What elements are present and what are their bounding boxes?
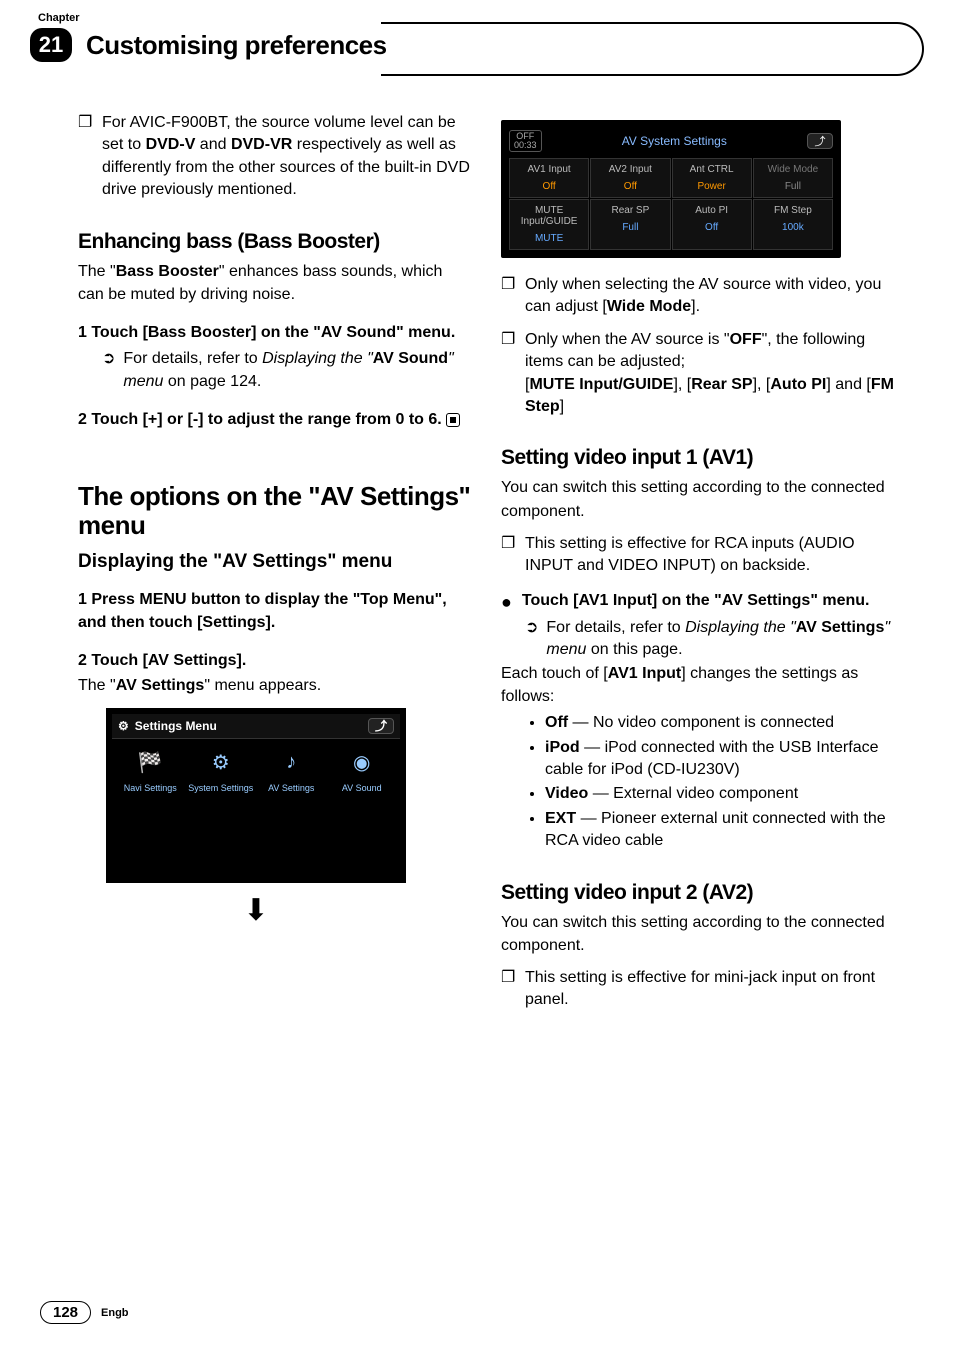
note-text: For AVIC-F900BT, the source volume level… (102, 112, 471, 202)
heading-av-settings-options: The options on the "AV Settings" menu (78, 482, 471, 542)
option-video: Video — External video component (545, 783, 894, 805)
page-header: Chapter 21 Customising preferences (0, 0, 954, 62)
down-arrow-icon: ⬇ (106, 893, 406, 928)
av-sound-item: ◉ AV Sound (328, 747, 397, 793)
system-settings-item: ⚙ System Settings (187, 747, 256, 793)
ref-av-settings-menu: ➲ For details, refer to Displaying the "… (501, 617, 894, 662)
note-marker-icon: ❐ (501, 329, 515, 419)
note-marker-icon: ❐ (78, 112, 92, 202)
note-marker-icon: ❐ (501, 967, 515, 1012)
note-av1-rca: ❐ This setting is effective for RCA inpu… (501, 533, 894, 578)
av1-options-list: Off — No video component is connected iP… (501, 712, 894, 852)
av-system-settings-screenshot: OFF 00:33 AV System Settings ⤴ AV1 Input… (501, 120, 841, 258)
note-marker-icon: ❐ (501, 533, 515, 578)
navi-icon: 🏁 (134, 747, 166, 779)
disc-icon: ◉ (346, 747, 378, 779)
cell-auto-pi: Auto PIOff (672, 199, 752, 250)
cell-rear-sp: Rear SPFull (590, 199, 670, 250)
av-settings-appears: The "AV Settings" menu appears. (78, 674, 471, 697)
ss-title-row: OFF 00:33 AV System Settings ⤴ (509, 130, 833, 152)
back-icon: ⤴ (368, 718, 394, 734)
cell-av2-input: AV2 InputOff (590, 158, 670, 198)
settings-menu-title: Settings Menu (135, 719, 217, 733)
slider-icon: ⚙ (118, 719, 129, 733)
heading-enhancing-bass: Enhancing bass (Bass Booster) (78, 230, 471, 254)
settings-menu-title-row: ⚙ Settings Menu ⤴ (112, 714, 400, 739)
note-av2-minijack: ❐ This setting is effective for mini-jac… (501, 967, 894, 1012)
note-text: Only when selecting the AV source with v… (525, 274, 894, 319)
cell-ant-ctrl: Ant CTRLPower (672, 158, 752, 198)
heading-av2: Setting video input 2 (AV2) (501, 881, 894, 905)
settings-menu-icons: 🏁 Navi Settings ⚙ System Settings ♪ AV S… (112, 739, 400, 797)
cell-mute-input: MUTE Input/GUIDEMUTE (509, 199, 589, 250)
gear-icon: ⚙ (205, 747, 237, 779)
ss-grid: AV1 InputOff AV2 InputOff Ant CTRLPower … (509, 158, 833, 250)
note-icon: ♪ (275, 747, 307, 779)
step-press-menu: 1 Press MENU button to display the "Top … (78, 589, 471, 634)
page-footer: 128 Engb (40, 1301, 129, 1324)
title-curve (401, 28, 924, 62)
av1-each-touch: Each touch of [AV1 Input] changes the se… (501, 662, 894, 708)
ref-text: For details, refer to Displaying the "AV… (546, 617, 894, 662)
note-wide-mode: ❐ Only when selecting the AV source with… (501, 274, 894, 319)
heading-av1: Setting video input 1 (AV1) (501, 446, 894, 470)
option-ipod: iPod — iPod connected with the USB Inter… (545, 737, 894, 782)
av1-description: You can switch this setting according to… (501, 476, 894, 522)
right-column: OFF 00:33 AV System Settings ⤴ AV1 Input… (501, 112, 894, 1022)
settings-menu-blank (112, 797, 400, 877)
page-number: 128 (40, 1301, 91, 1324)
note-marker-icon: ❐ (501, 274, 515, 319)
option-off: Off — No video component is connected (545, 712, 894, 734)
heading-displaying-av-settings: Displaying the "AV Settings" menu (78, 551, 471, 573)
back-icon: ⤴ (807, 133, 833, 149)
step-touch-bass-booster: 1 Touch [Bass Booster] on the "AV Sound"… (78, 322, 471, 344)
cell-fm-step: FM Step100k (753, 199, 833, 250)
ref-text: For details, refer to Displaying the "AV… (123, 348, 471, 393)
ref-arrow-icon: ➲ (525, 617, 538, 662)
chapter-title: Customising preferences (86, 30, 387, 61)
settings-menu-screenshot: ⚙ Settings Menu ⤴ 🏁 Navi Settings ⚙ Syst… (106, 708, 406, 883)
note-text: Only when the AV source is "OFF", the fo… (525, 329, 894, 419)
language-label: Engb (101, 1307, 129, 1319)
option-ext: EXT — Pioneer external unit connected wi… (545, 808, 894, 853)
cell-av1-input: AV1 InputOff (509, 158, 589, 198)
av-settings-item: ♪ AV Settings (257, 747, 326, 793)
step-touch-av-settings: 2 Touch [AV Settings]. (78, 650, 471, 672)
note-text: This setting is effective for mini-jack … (525, 967, 894, 1012)
step-adjust-range: 2 Touch [+] or [-] to adjust the range f… (78, 409, 471, 431)
content-columns: ❐ For AVIC-F900BT, the source volume lev… (0, 62, 954, 1042)
bass-description: The "Bass Booster" enhances bass sounds,… (78, 260, 471, 306)
note-off-source: ❐ Only when the AV source is "OFF", the … (501, 329, 894, 419)
note-builtin-dvd: ❐ For AVIC-F900BT, the source volume lev… (78, 112, 471, 202)
bullet-icon: ● (501, 592, 512, 614)
navi-settings-item: 🏁 Navi Settings (116, 747, 185, 793)
chapter-number-badge: 21 (30, 28, 72, 62)
ss-title: AV System Settings (550, 134, 799, 148)
chapter-row: 21 Customising preferences (30, 28, 924, 62)
left-column: ❐ For AVIC-F900BT, the source volume lev… (78, 112, 471, 1022)
stop-icon (446, 413, 460, 427)
off-badge: OFF 00:33 (509, 130, 542, 152)
av2-description: You can switch this setting according to… (501, 911, 894, 957)
ref-arrow-icon: ➲ (102, 348, 115, 393)
cell-wide-mode: Wide ModeFull (753, 158, 833, 198)
ref-av-sound-menu: ➲ For details, refer to Displaying the "… (78, 348, 471, 393)
note-text: This setting is effective for RCA inputs… (525, 533, 894, 578)
step-touch-av1-input: ● Touch [AV1 Input] on the "AV Settings"… (501, 592, 894, 614)
